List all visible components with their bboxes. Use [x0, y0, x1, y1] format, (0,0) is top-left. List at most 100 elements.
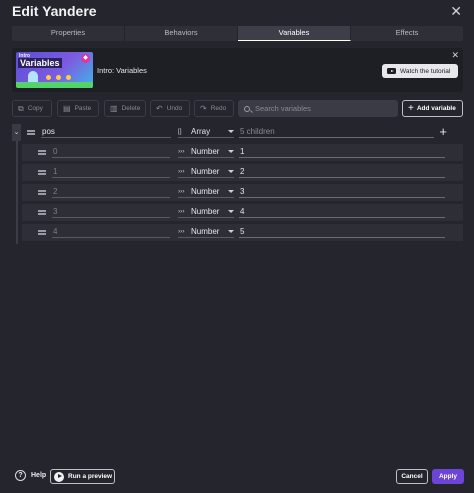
redo-icon: ↷	[200, 104, 207, 113]
paste-button[interactable]: ▤ Paste	[57, 100, 99, 117]
close-banner-icon[interactable]: ✕	[451, 50, 459, 61]
variable-row-child[interactable]: 4 ››› Number 5	[22, 224, 463, 241]
number-type-icon: ›››	[178, 188, 185, 195]
tutorial-banner: Intro Variables ◆ Intro: Variables Watch…	[12, 48, 463, 92]
search-icon	[244, 105, 250, 112]
copy-icon: ⧉	[18, 103, 24, 113]
ground-illustration	[16, 82, 93, 88]
undo-button[interactable]: ↶ Undo	[150, 100, 190, 117]
variable-value-field[interactable]: 4	[239, 206, 445, 218]
variable-row-pos[interactable]: ⌄ pos [] Array 5 children +	[12, 124, 463, 141]
variable-type-select[interactable]: ››› Number	[178, 226, 234, 238]
tab-behaviors[interactable]: Behaviors	[125, 26, 238, 41]
variable-type-select[interactable]: [] Array	[178, 126, 234, 138]
add-child-icon[interactable]: +	[439, 125, 447, 139]
watch-tutorial-button[interactable]: Watch the tutorial	[382, 64, 458, 78]
drag-handle-icon[interactable]	[38, 149, 46, 155]
variable-row-child[interactable]: 0 ››› Number 1	[22, 144, 463, 161]
variable-value-field[interactable]: 2	[239, 166, 445, 178]
variable-name-field[interactable]: 3	[52, 206, 170, 218]
number-type-icon: ›››	[178, 228, 185, 235]
variable-name-field[interactable]: 0	[52, 146, 170, 158]
tree-guide-line	[16, 140, 18, 244]
variable-value-field[interactable]: 1	[239, 146, 445, 158]
coin-illustration	[56, 75, 61, 80]
variable-value-field[interactable]: 3	[239, 186, 445, 198]
search-box	[238, 100, 398, 117]
watch-tutorial-label: Watch the tutorial	[400, 67, 451, 75]
variable-type-select[interactable]: ››› Number	[178, 146, 234, 158]
paste-label: Paste	[74, 105, 92, 112]
variable-type-select[interactable]: ››› Number	[178, 166, 234, 178]
gdevelop-logo-icon: ◆	[81, 54, 90, 63]
redo-label: Redo	[210, 105, 227, 112]
youtube-icon	[387, 68, 396, 74]
variable-name-field[interactable]: 4	[52, 226, 170, 238]
coin-illustration	[66, 75, 71, 80]
search-input[interactable]	[255, 104, 385, 113]
help-icon: ?	[15, 470, 26, 481]
drag-handle-icon[interactable]	[27, 129, 35, 135]
trash-icon: ▥	[110, 104, 118, 113]
dialog-titlebar: Edit Yandere ✕	[0, 0, 474, 24]
dialog-title: Edit Yandere	[12, 3, 97, 19]
tab-effects[interactable]: Effects	[351, 26, 463, 41]
variable-type-select[interactable]: ››› Number	[178, 206, 234, 218]
tab-variables[interactable]: Variables	[238, 26, 351, 41]
chevron-down-icon[interactable]: ⌄	[12, 124, 21, 141]
add-variable-button[interactable]: + Add variable	[402, 100, 463, 117]
dropdown-caret-icon	[228, 150, 234, 153]
variable-name-field[interactable]: 2	[52, 186, 170, 198]
thumbnail-title: Variables	[18, 58, 62, 68]
variable-value-field: 5 children	[239, 126, 434, 138]
undo-icon: ↶	[156, 104, 163, 113]
variables-toolbar: ⧉ Copy ▤ Paste ▥ Delete ↶ Undo ↷ Redo + …	[12, 100, 463, 117]
drag-handle-icon[interactable]	[38, 229, 46, 235]
plus-icon: +	[408, 103, 414, 114]
variable-name-field[interactable]: 1	[52, 166, 170, 178]
help-button[interactable]: ? Help	[15, 470, 46, 481]
variable-row-child[interactable]: 1 ››› Number 2	[22, 164, 463, 181]
close-icon[interactable]: ✕	[450, 4, 462, 18]
drag-handle-icon[interactable]	[38, 189, 46, 195]
variable-type-select[interactable]: ››› Number	[178, 186, 234, 198]
play-icon	[54, 471, 64, 482]
variable-type-label: Array	[191, 127, 211, 136]
variable-value-field[interactable]: 5	[239, 226, 445, 238]
variable-type-label: Number	[191, 167, 220, 176]
delete-label: Delete	[121, 105, 141, 112]
tab-properties[interactable]: Properties	[12, 26, 125, 41]
variable-type-label: Number	[191, 187, 220, 196]
cancel-button[interactable]: Cancel	[396, 469, 428, 484]
drag-handle-icon[interactable]	[38, 209, 46, 215]
variable-type-label: Number	[191, 207, 220, 216]
drag-handle-icon[interactable]	[38, 169, 46, 175]
apply-button[interactable]: Apply	[432, 469, 464, 484]
copy-label: Copy	[27, 105, 43, 112]
tab-bar: Properties Behaviors Variables Effects	[12, 26, 463, 41]
redo-button[interactable]: ↷ Redo	[194, 100, 234, 117]
variable-type-label: Number	[191, 147, 220, 156]
variable-type-label: Number	[191, 227, 220, 236]
dropdown-caret-icon	[228, 210, 234, 213]
add-variable-label: Add variable	[416, 105, 456, 112]
tutorial-thumbnail[interactable]: Intro Variables ◆	[16, 52, 93, 88]
help-label: Help	[31, 472, 47, 479]
dropdown-caret-icon	[228, 170, 234, 173]
number-type-icon: ›››	[178, 168, 185, 175]
paste-icon: ▤	[63, 104, 71, 113]
run-preview-button[interactable]: Run a preview	[50, 469, 115, 484]
dropdown-caret-icon	[228, 190, 234, 193]
undo-label: Undo	[166, 105, 183, 112]
copy-button[interactable]: ⧉ Copy	[12, 100, 52, 117]
number-type-icon: ›››	[178, 208, 185, 215]
array-type-icon: []	[178, 128, 182, 135]
dropdown-caret-icon	[228, 130, 234, 133]
delete-button[interactable]: ▥ Delete	[104, 100, 146, 117]
variable-row-child[interactable]: 2 ››› Number 3	[22, 184, 463, 201]
dropdown-caret-icon	[228, 230, 234, 233]
run-preview-label: Run a preview	[68, 473, 113, 480]
dialog-footer: ? Help Run a preview Cancel Apply	[0, 466, 474, 488]
variable-name-field[interactable]: pos	[41, 126, 171, 138]
variable-row-child[interactable]: 3 ››› Number 4	[22, 204, 463, 221]
